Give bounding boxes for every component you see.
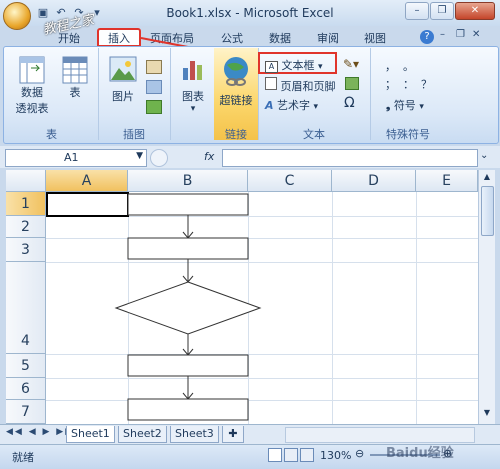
- normal-view-icon[interactable]: [268, 448, 282, 462]
- symbol-colon[interactable]: ：: [403, 76, 414, 92]
- page-break-view-icon[interactable]: [300, 448, 314, 462]
- object-icon[interactable]: [345, 77, 359, 90]
- sheet-tab-3[interactable]: Sheet3: [170, 426, 219, 443]
- symbol-period[interactable]: 。: [403, 58, 414, 74]
- header-footer-button[interactable]: 页眉和页脚: [265, 77, 336, 94]
- hyperlink-button[interactable]: 超链接: [217, 56, 255, 108]
- flowchart-box-1: [127, 193, 249, 216]
- picture-icon: [109, 56, 137, 82]
- chart-dropdown-icon: ▾: [190, 104, 196, 114]
- chart-button[interactable]: 图表 ▾: [176, 56, 210, 114]
- scroll-down-icon[interactable]: ▼: [481, 408, 493, 420]
- name-box-value: A1: [64, 151, 79, 164]
- textbox-button[interactable]: A 文本框 ▾: [265, 57, 355, 73]
- formula-expand-icon[interactable]: [150, 149, 168, 167]
- symbol-label: 符号: [393, 99, 416, 112]
- hyperlink-icon: [224, 57, 248, 86]
- name-box[interactable]: A1 ▼: [5, 149, 147, 167]
- wordart-icon: A: [265, 99, 274, 112]
- symbol-comma[interactable]: ，: [385, 58, 396, 74]
- omega-icon[interactable]: Ω: [344, 95, 355, 111]
- zoom-out-icon[interactable]: ⊖: [355, 447, 364, 460]
- wordart-label: 艺术字: [277, 99, 311, 112]
- group-label-illustrations: 插图: [123, 128, 145, 141]
- header-footer-icon: [265, 77, 277, 90]
- header-footer-label: 页眉和页脚: [280, 80, 336, 93]
- symbol-question[interactable]: ？: [421, 76, 432, 92]
- flowchart-decision: [114, 281, 262, 335]
- watermark-baidu: Baidu经验: [386, 446, 454, 461]
- group-label-symbols: 特殊符号: [386, 128, 430, 141]
- flowchart-box-3: [127, 354, 249, 377]
- formula-bar-expand-icon[interactable]: ⌄: [480, 150, 488, 161]
- horizontal-scrollbar[interactable]: [285, 427, 475, 443]
- table-icon: [62, 56, 88, 84]
- sheet-tab-1[interactable]: Sheet1: [66, 426, 115, 443]
- vertical-scrollbar[interactable]: ▲ ▼: [478, 170, 495, 424]
- table-button[interactable]: 表: [58, 56, 92, 100]
- formula-input[interactable]: [222, 149, 478, 167]
- flowchart: [114, 193, 262, 421]
- symbol-semicolon[interactable]: ；: [385, 76, 396, 92]
- symbol-dropdown-icon: ▾: [419, 102, 424, 112]
- chart-label: 图表: [182, 90, 204, 103]
- chart-icon: [183, 61, 202, 80]
- pivot-table-icon: [19, 56, 45, 84]
- wordart-button[interactable]: A 艺术字 ▾: [265, 97, 318, 113]
- smartart-icon[interactable]: [146, 100, 162, 114]
- clip-art-icon[interactable]: [146, 60, 162, 74]
- fx-icon[interactable]: fx: [204, 150, 214, 163]
- scroll-thumb[interactable]: [481, 186, 494, 236]
- sheet-nav-icons[interactable]: ◀◀ ◀ ▶ ▶▶: [6, 427, 74, 437]
- page-layout-view-icon[interactable]: [284, 448, 298, 462]
- textbox-icon: A: [265, 61, 278, 73]
- worksheet-grid[interactable]: A B C D E 1 2 3 4 5 6 7: [6, 170, 478, 424]
- sheet-tab-2[interactable]: Sheet2: [118, 426, 167, 443]
- pivot-label-1: 数据: [21, 86, 43, 99]
- group-label-table: 表: [46, 128, 57, 141]
- hyperlink-label: 超链接: [219, 94, 253, 107]
- pivot-table-button[interactable]: 数据 透视表: [12, 56, 52, 116]
- flowchart-box-4: [127, 398, 249, 421]
- picture-label: 图片: [112, 90, 134, 103]
- insert-sheet-icon[interactable]: ✚: [222, 426, 244, 443]
- name-box-dropdown-icon[interactable]: ▼: [136, 151, 143, 161]
- group-label-links: 链接: [225, 128, 247, 141]
- symbol-button[interactable]: ❟ 符号 ▾: [386, 97, 424, 113]
- shapes-icon[interactable]: [146, 80, 162, 94]
- textbox-dropdown-icon: ▾: [318, 62, 323, 72]
- zoom-level[interactable]: 130%: [320, 449, 351, 462]
- status-ready: 就绪: [12, 451, 34, 464]
- textbox-label: 文本框: [281, 59, 315, 72]
- flowchart-box-2: [127, 237, 249, 260]
- signature-icon[interactable]: ✎▾: [343, 57, 359, 71]
- pivot-label-2: 透视表: [15, 102, 49, 115]
- group-label-text: 文本: [303, 128, 325, 141]
- symbol-icon: ❟: [386, 99, 391, 112]
- wordart-dropdown-icon: ▾: [313, 102, 319, 112]
- table-label: 表: [69, 86, 81, 99]
- scroll-up-icon[interactable]: ▲: [481, 172, 493, 184]
- picture-button[interactable]: 图片: [106, 56, 140, 104]
